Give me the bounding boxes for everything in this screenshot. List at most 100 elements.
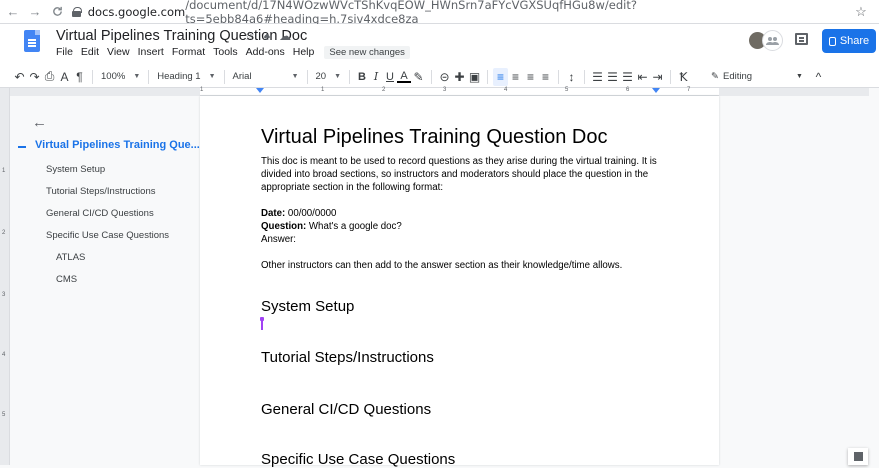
outline-item-tutorial-steps[interactable]: Tutorial Steps/Instructions: [46, 186, 155, 197]
menu-file[interactable]: File: [56, 46, 73, 59]
bookmark-star-icon[interactable]: ☆: [851, 4, 871, 20]
font-size-select[interactable]: 20 ▼: [313, 68, 345, 86]
underline-button[interactable]: U: [383, 68, 397, 86]
divider: [349, 69, 351, 84]
zoom-select[interactable]: 100% ▼: [98, 68, 143, 86]
back-arrow-icon[interactable]: ←: [4, 3, 22, 21]
horizontal-ruler[interactable]: 1 1 2 3 4 5 6 7: [200, 87, 719, 96]
line-spacing-icon[interactable]: ↕: [564, 68, 579, 86]
collaborators-svg: [766, 37, 779, 45]
menu-help[interactable]: Help: [293, 46, 315, 59]
docs-logo-icon[interactable]: [24, 30, 40, 52]
explore-button[interactable]: [848, 448, 868, 465]
section-heading-general-cicd[interactable]: General CI/CD Questions: [261, 401, 431, 418]
link-icon[interactable]: ⊝: [437, 68, 452, 86]
section-heading-system-setup[interactable]: System Setup: [261, 298, 354, 315]
align-center-icon[interactable]: ≡: [508, 68, 523, 86]
indent-marker[interactable]: [256, 88, 264, 93]
section-heading-specific-use-case[interactable]: Specific Use Case Questions: [261, 451, 455, 468]
outline-item-system-setup[interactable]: System Setup: [46, 164, 105, 175]
cloud-saved-icon: ☁: [279, 29, 292, 43]
menu-edit[interactable]: Edit: [81, 46, 99, 59]
style-select[interactable]: Heading 1 ▼: [154, 68, 218, 86]
menu-add-ons[interactable]: Add-ons: [246, 46, 285, 59]
ruler-number: 1: [2, 168, 6, 174]
star-icon[interactable]: ☆: [244, 29, 255, 43]
highlight-icon[interactable]: ✎: [411, 68, 426, 86]
reload-icon[interactable]: [48, 3, 66, 21]
share-button[interactable]: Share: [822, 29, 876, 53]
align-left-icon[interactable]: ≡: [493, 67, 509, 86]
intro-line-2[interactable]: divided into broad sections, so instruct…: [261, 168, 648, 181]
decrease-indent-icon[interactable]: ⇤: [635, 68, 650, 86]
divider: [670, 69, 672, 84]
url-host: docs.google.com: [87, 4, 186, 19]
justify-icon[interactable]: ≡: [538, 68, 553, 86]
vertical-ruler[interactable]: 1 2 3 4 5: [0, 88, 10, 465]
divider: [558, 69, 560, 84]
collapse-menus-icon[interactable]: ^: [811, 68, 826, 86]
chevron-down-icon: ▼: [334, 73, 342, 80]
print-icon[interactable]: ⎙: [42, 68, 57, 86]
redo-icon[interactable]: ↷: [27, 68, 42, 86]
outline-current-marker: [18, 146, 26, 148]
intro-line-3[interactable]: appropriate section in the following for…: [261, 181, 443, 194]
ruler-number: 2: [382, 87, 386, 93]
see-new-changes-link[interactable]: See new changes: [324, 46, 410, 59]
outline-item-general-cicd[interactable]: General CI/CD Questions: [46, 208, 154, 219]
numbered-list-icon[interactable]: ☰: [620, 68, 635, 86]
right-indent-marker[interactable]: [652, 88, 660, 93]
add-comment-icon[interactable]: ✚: [452, 68, 467, 86]
question-line[interactable]: Question: What's a google doc?: [261, 220, 402, 233]
collaborator-cursor: [260, 317, 264, 330]
intro-line-1[interactable]: This doc is meant to be used to record q…: [261, 155, 657, 168]
url-path: /document/d/17N4WOzwWVcTShKvqEOW_HWnSrn7…: [185, 0, 637, 26]
editing-mode-select[interactable]: ✎ Editing ▼: [711, 71, 803, 82]
outline-item-atlas[interactable]: ATLAS: [56, 252, 85, 263]
document-heading[interactable]: Virtual Pipelines Training Question Doc: [261, 126, 607, 149]
answer-line[interactable]: Answer:: [261, 233, 296, 246]
menu-bar: File Edit View Insert Format Tools Add-o…: [56, 46, 410, 59]
comment-history-icon[interactable]: [795, 33, 808, 45]
paint-format-icon[interactable]: ¶: [72, 68, 87, 86]
italic-button[interactable]: I: [369, 68, 383, 86]
collaborators-icon[interactable]: [762, 30, 783, 51]
font-value: Arial: [232, 71, 252, 82]
bulleted-list-icon[interactable]: ☰: [605, 68, 620, 86]
undo-icon[interactable]: ↶: [12, 68, 27, 86]
outline-item-specific-use-case[interactable]: Specific Use Case Questions: [46, 230, 169, 241]
spellcheck-icon[interactable]: A: [57, 68, 72, 86]
menu-format[interactable]: Format: [172, 46, 205, 59]
menu-view[interactable]: View: [107, 46, 130, 59]
date-line[interactable]: Date: 00/00/0000: [261, 207, 336, 220]
increase-indent-icon[interactable]: ⇥: [650, 68, 665, 86]
move-to-folder-icon[interactable]: ♠: [264, 29, 270, 43]
ruler-number: 1: [321, 87, 325, 93]
font-select[interactable]: Arial ▼: [230, 68, 302, 86]
menu-tools[interactable]: Tools: [213, 46, 238, 59]
question-label: Question:: [261, 221, 307, 232]
ruler-margin-left: [10, 88, 200, 96]
bold-button[interactable]: B: [355, 68, 369, 86]
outline-heading-title[interactable]: Virtual Pipelines Training Que...: [35, 139, 200, 151]
ruler-margin-right: [719, 88, 869, 96]
divider: [584, 69, 586, 84]
text-color-button[interactable]: A: [397, 70, 412, 83]
section-heading-tutorial-steps[interactable]: Tutorial Steps/Instructions: [261, 349, 434, 366]
ruler-number: 2: [2, 230, 6, 236]
close-outline-icon[interactable]: ←: [32, 114, 47, 131]
clear-formatting-icon[interactable]: Ꝁ: [676, 68, 691, 86]
align-right-icon[interactable]: ≡: [523, 68, 538, 86]
checklist-icon[interactable]: ☰: [590, 68, 605, 86]
forward-arrow-icon[interactable]: →: [26, 3, 44, 21]
question-value: What's a google doc?: [306, 221, 402, 232]
share-label: Share: [839, 35, 870, 47]
style-value: Heading 1: [157, 71, 201, 82]
document-page[interactable]: Virtual Pipelines Training Question Doc …: [200, 96, 719, 468]
insert-image-icon[interactable]: ▣: [467, 68, 482, 86]
menu-insert[interactable]: Insert: [138, 46, 164, 59]
outline-item-cms[interactable]: CMS: [56, 274, 77, 285]
divider: [431, 69, 433, 84]
other-instructors-line[interactable]: Other instructors can then add to the an…: [261, 259, 622, 272]
address-bar[interactable]: docs.google.com /document/d/17N4WOzwWVcT…: [72, 0, 851, 26]
